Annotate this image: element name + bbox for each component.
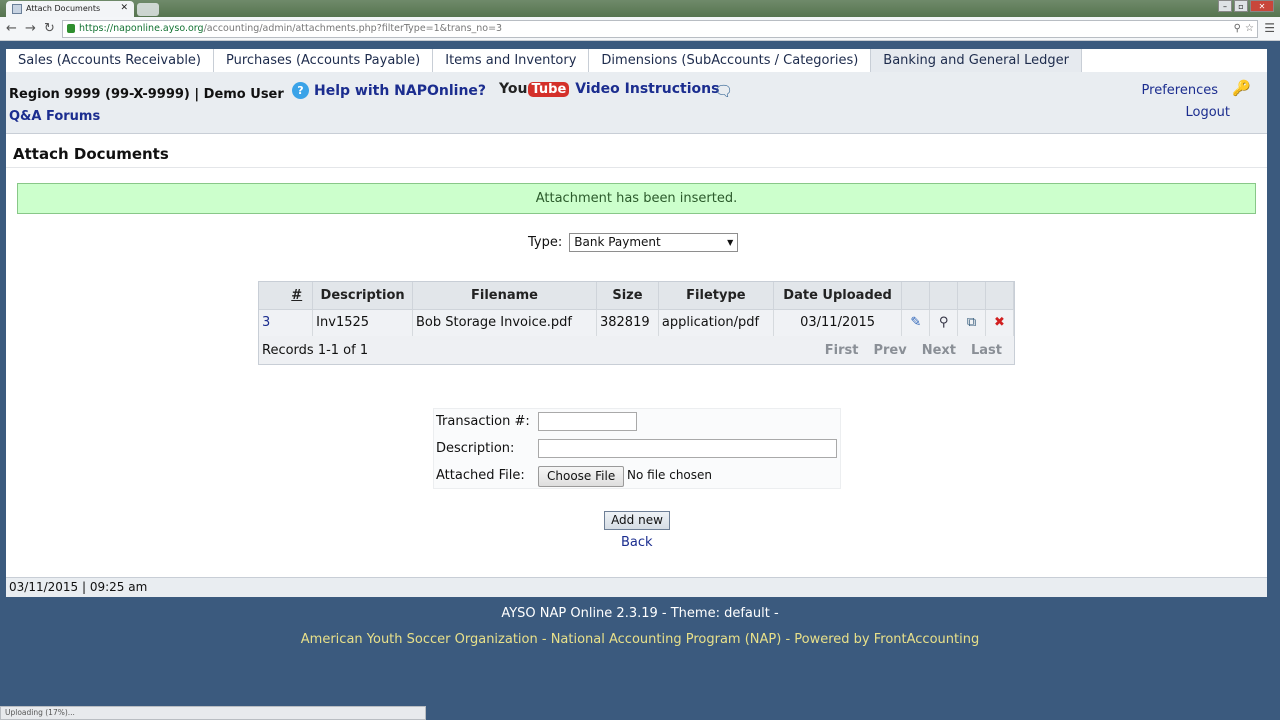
transaction-input[interactable] xyxy=(538,412,637,431)
nav-item-sales[interactable]: Sales (Accounts Receivable) xyxy=(6,49,214,72)
nav-item-items-inventory[interactable]: Items and Inventory xyxy=(433,49,590,72)
preferences-link[interactable]: Preferences xyxy=(1142,83,1218,98)
footer-version: AYSO NAP Online 2.3.19 - Theme: default … xyxy=(501,606,779,621)
new-tab-button[interactable] xyxy=(137,3,159,16)
youtube-you-text: You xyxy=(499,81,528,97)
tab-close-icon[interactable]: ✕ xyxy=(120,3,128,13)
type-select[interactable]: Bank Payment ▼ xyxy=(569,233,739,252)
logout-link[interactable]: Logout xyxy=(1185,105,1230,120)
cell-filetype: application/pdf xyxy=(658,309,774,336)
window-controls: – ▫ ✕ xyxy=(1218,0,1274,12)
help-link[interactable]: ? Help with NAPOnline? xyxy=(292,82,486,99)
zoom-icon[interactable]: ⚲ xyxy=(1234,21,1241,37)
pager-last[interactable]: Last xyxy=(971,343,1002,358)
youtube-tube-text: Tube xyxy=(528,81,570,97)
url-field[interactable]: https://naponline.ayso.org/accounting/ad… xyxy=(62,20,1258,38)
attachment-form: Transaction #: Description: Attached Fil… xyxy=(433,408,841,489)
pager-first[interactable]: First xyxy=(825,343,859,358)
table-footer: Records 1-1 of 1 First Prev Next Last xyxy=(259,336,1014,364)
video-link-label: Video Instructions xyxy=(575,81,720,97)
title-divider xyxy=(6,167,1267,168)
attached-file-label: Attached File: xyxy=(436,468,525,483)
qa-forums-link[interactable]: Q&A Forums xyxy=(9,109,100,124)
nav-item-banking-gl[interactable]: Banking and General Ledger xyxy=(871,49,1082,72)
type-label: Type: xyxy=(528,235,563,250)
cell-size: 382819 xyxy=(596,309,659,336)
lock-icon xyxy=(67,24,75,33)
url-scheme: https:// xyxy=(79,23,114,34)
col-header-size: Size xyxy=(596,282,659,310)
app-status-bar: 03/11/2015 | 09:25 am xyxy=(6,577,1267,597)
window-close-icon[interactable]: ✕ xyxy=(1250,0,1274,12)
app-page: Sales (Accounts Receivable) Purchases (A… xyxy=(6,49,1267,597)
nav-item-purchases[interactable]: Purchases (Accounts Payable) xyxy=(214,49,434,72)
col-header-filetype: Filetype xyxy=(658,282,774,310)
cell-description: Inv1525 xyxy=(312,309,414,336)
bookmark-star-icon[interactable]: ☆ xyxy=(1245,21,1254,37)
tab-title: Attach Documents xyxy=(26,4,101,13)
address-bar: ← → ↻ https://naponline.ayso.org/account… xyxy=(0,17,1280,41)
status-datetime: 03/11/2015 | 09:25 am xyxy=(9,580,148,594)
delete-icon[interactable]: ✖ xyxy=(985,309,1014,336)
col-header-filename: Filename xyxy=(412,282,597,310)
page-title: Attach Documents xyxy=(13,145,169,163)
back-arrow-icon[interactable]: ← xyxy=(6,21,17,36)
chat-icon[interactable]: 🗨 xyxy=(714,82,733,100)
transaction-label: Transaction #: xyxy=(436,414,530,429)
cell-filename: Bob Storage Invoice.pdf xyxy=(412,309,597,336)
reload-icon[interactable]: ↻ xyxy=(44,21,55,36)
region-user-label: Region 9999 (99-X-9999) | Demo User xyxy=(9,87,284,102)
col-header-delete xyxy=(985,282,1014,310)
type-filter: Type: Bank Payment ▼ xyxy=(528,233,739,252)
col-header-description: Description xyxy=(312,282,414,310)
col-header-date-uploaded: Date Uploaded xyxy=(773,282,903,310)
table-row: 3 Inv1525 Bob Storage Invoice.pdf 382819… xyxy=(259,309,1014,336)
help-link-label: Help with NAPOnline? xyxy=(314,82,487,99)
browser-menu-icon[interactable]: ☰ xyxy=(1264,21,1275,35)
magnifier-icon[interactable]: ⚲ xyxy=(929,309,959,336)
description-input[interactable] xyxy=(538,439,837,458)
browser-status-bubble: Uploading (17%)... xyxy=(0,706,426,720)
cell-number[interactable]: 3 xyxy=(259,309,314,336)
browser-tabstrip: Attach Documents ✕ – ▫ ✕ xyxy=(0,0,1280,17)
url-host: naponline.ayso.org xyxy=(113,23,204,34)
choose-file-button[interactable]: Choose File xyxy=(538,466,625,487)
success-message: Attachment has been inserted. xyxy=(17,183,1256,214)
key-icon[interactable]: 🔑 xyxy=(1232,79,1251,97)
url-path: /accounting/admin/attachments.php?filter… xyxy=(203,23,503,34)
dropdown-arrow-icon: ▼ xyxy=(727,238,734,247)
copy-icon[interactable]: ⧉ xyxy=(957,309,986,336)
attachments-table: # Description Filename Size Filetype Dat… xyxy=(258,281,1015,365)
pager-next[interactable]: Next xyxy=(922,343,956,358)
help-icon: ? xyxy=(292,82,309,99)
forward-arrow-icon[interactable]: → xyxy=(25,21,36,36)
pencil-icon[interactable]: ✎ xyxy=(901,309,931,336)
col-header-view xyxy=(929,282,959,310)
records-count: Records 1-1 of 1 xyxy=(262,342,369,358)
nav-item-dimensions[interactable]: Dimensions (SubAccounts / Categories) xyxy=(589,49,872,72)
youtube-logo-icon: You Tube xyxy=(499,81,570,97)
col-header-edit xyxy=(901,282,931,310)
pager-prev[interactable]: Prev xyxy=(873,343,906,358)
add-new-button[interactable]: Add new xyxy=(604,511,670,530)
cell-date-uploaded: 03/11/2015 xyxy=(773,309,903,336)
maximize-icon[interactable]: ▫ xyxy=(1234,0,1248,12)
type-select-value: Bank Payment xyxy=(574,235,661,249)
minimize-icon[interactable]: – xyxy=(1218,0,1232,12)
col-header-number[interactable]: # xyxy=(259,282,314,310)
video-instructions-link[interactable]: You Tube Video Instructions xyxy=(499,81,719,97)
browser-tab[interactable]: Attach Documents ✕ xyxy=(6,1,134,17)
file-status: No file chosen xyxy=(627,468,713,482)
back-link[interactable]: Back xyxy=(621,535,653,550)
main-nav: Sales (Accounts Receivable) Purchases (A… xyxy=(6,49,1267,72)
col-header-download xyxy=(957,282,986,310)
footer-org: American Youth Soccer Organization - Nat… xyxy=(300,632,980,647)
app-header: Region 9999 (99-X-9999) | Demo User Q&A … xyxy=(6,72,1267,134)
favicon-icon xyxy=(12,4,22,14)
description-label: Description: xyxy=(436,441,515,456)
pager: First Prev Next Last xyxy=(825,343,1002,358)
